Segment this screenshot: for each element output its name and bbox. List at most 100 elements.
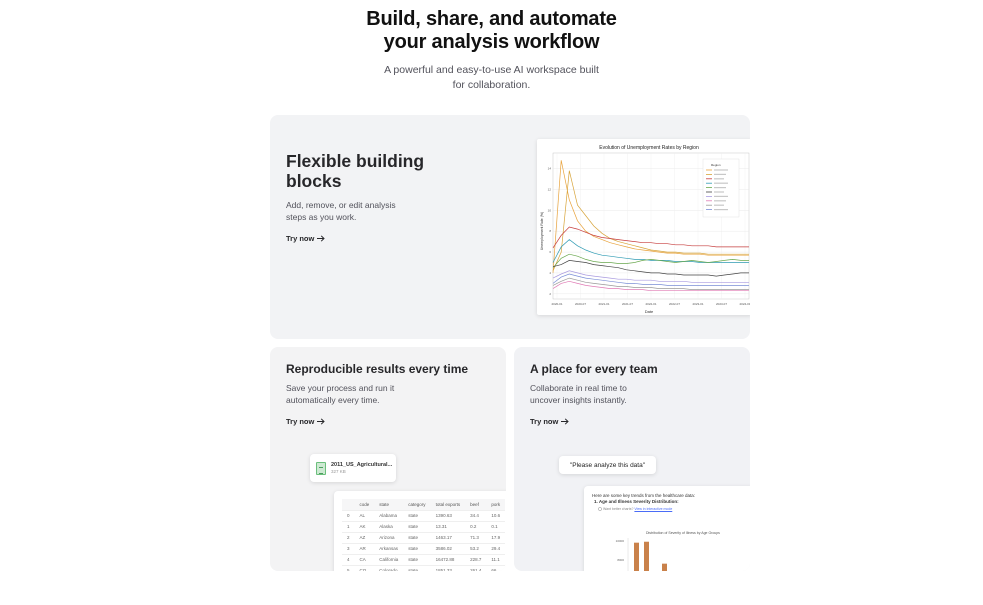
table-column-header: state [374,499,404,510]
y-tick-label: 12 [548,188,552,192]
table-column-header: beef [465,499,487,510]
x-tick-label: 2022-01 [645,302,656,306]
ai-response-panel: Here are some key trends from the health… [584,486,750,571]
arrow-right-icon [561,418,570,425]
file-attachment[interactable]: 2011_US_Agricultural... 327 KB [310,454,396,482]
arrow-right-icon [317,235,326,242]
x-tick-label: 2023-07 [716,302,727,306]
card-description: Save your process and run it automatical… [286,382,394,406]
table-cell: Arizona [374,531,404,543]
table-cell: 66 [486,564,506,571]
x-tick-label: 2021-01 [598,302,609,306]
table-cell: Alaska [374,520,404,532]
feature-card-reproducible: Reproducible results every time Save you… [270,347,506,571]
x-tick-label: 2022-07 [669,302,680,306]
legend-entry [714,187,726,189]
data-table: code state category total exports beef pork 0… [342,499,506,571]
table-cell: AR [354,542,375,554]
card-title-line1: Flexible building [286,151,425,171]
table-cell: state [403,564,431,571]
card-title: A place for every team [530,362,658,376]
table-cell: state [403,520,431,532]
spreadsheet-file-icon [316,461,326,475]
card-desc-line1: Collaborate in real time to [530,383,627,393]
x-tick-label: 2020-07 [575,302,586,306]
table-cell: 0 [342,509,355,521]
y-tick-label: 6 [549,250,551,254]
y-tick-label: 14 [548,167,552,171]
try-now-label: Try now [530,417,559,426]
table-column-header [342,499,355,510]
arrow-right-icon [317,418,326,425]
table-header-row: code state category total exports beef pork [342,499,506,510]
table-row: 1 AK Alaska state 13.31 0.2 0.1 [342,520,506,532]
card-desc-line1: Save your process and run it [286,383,395,393]
table-row: 2 AZ Arizona state 1463.17 71.3 17.9 [342,531,506,543]
table-cell: 17.9 [486,531,506,543]
table-row: 0 AL Alabama state 1390.63 34.4 10.6 [342,509,506,521]
table-cell: 34.4 [465,509,487,521]
data-table-preview: code state category total exports beef pork 0… [334,491,506,571]
table-cell: 3 [342,542,355,554]
card-desc-line1: Add, remove, or edit analysis [286,200,396,210]
table-row: 3 AR Arkansas state 3586.02 53.2 29.4 [342,542,506,554]
user-prompt-bubble: "Please analyze this data" [559,456,656,474]
mini-bar [662,563,667,571]
table-column-header: pork [486,499,506,510]
file-name: 2011_US_Agricultural... [331,461,393,468]
table-cell: 0.2 [465,520,487,532]
legend-entry [714,191,724,193]
file-size: 327 KB [331,468,346,474]
table-cell: 1851.33 [430,564,466,571]
try-now-link[interactable]: Try now [286,417,326,426]
table-cell: AL [354,509,375,521]
table-cell: 4 [342,553,355,565]
legend-entry [714,178,724,180]
table-cell: Alabama [374,509,404,521]
unemployment-chart: Evolution of Unemployment Rates by Regio… [537,139,750,315]
table-column-header: code [354,499,375,510]
mini-bar [634,542,639,571]
table-cell: 16472.88 [430,553,466,565]
card-desc-line2: steps as you work. [286,212,357,222]
table-cell: 261.4 [465,564,487,571]
table-cell: state [403,531,431,543]
x-tick-label: 2021-07 [622,302,633,306]
card-description: Collaborate in real time to uncover insi… [530,382,627,406]
table-cell: 5 [342,564,355,571]
hero-subtitle-line2: for collaboration. [452,79,531,91]
table-cell: 1 [342,520,355,532]
card-title: Reproducible results every time [286,362,469,376]
mini-y-tick-label: 10000 [616,539,625,543]
table-cell: state [403,542,431,554]
card-desc-line2: automatically every time. [286,395,380,405]
table-cell: state [403,553,431,565]
hero-title-line2: your analysis workflow [383,31,600,53]
card-description: Add, remove, or edit analysis steps as y… [286,199,396,223]
legend-entry [714,182,728,184]
table-cell: 3586.02 [430,542,466,554]
try-now-label: Try now [286,417,315,426]
chart-xlabel: Date [645,309,654,314]
try-now-link[interactable]: Try now [530,417,570,426]
try-now-label: Try now [286,234,315,243]
chart-ylabel: Unemployment Rate (%) [540,212,544,250]
try-now-link[interactable]: Try now [286,234,326,243]
table-cell: AZ [354,531,375,543]
table-cell: CO [354,564,375,571]
y-tick-label: 8 [549,229,551,233]
legend-entry [714,195,728,197]
table-cell: 29.4 [486,542,506,554]
table-cell: state [403,509,431,521]
x-tick-label: 2020-01 [551,302,562,306]
hero-title-line1: Build, share, and automate [366,8,617,30]
table-cell: 11.1 [486,553,506,565]
feature-card-flexible: Flexible building blocks Add, remove, or… [270,115,750,339]
table-column-header: category [403,499,431,510]
table-row: 4 CA California state 16472.88 228.7 11.1 [342,553,506,565]
card-title-line2: blocks [286,171,342,191]
legend-entry [714,209,728,211]
chart-legend: Region [702,158,740,218]
hero-title: Build, share, and automate your analysis… [0,8,983,54]
table-row: 5 CO Colorado state 1851.33 261.4 66 [342,564,506,571]
